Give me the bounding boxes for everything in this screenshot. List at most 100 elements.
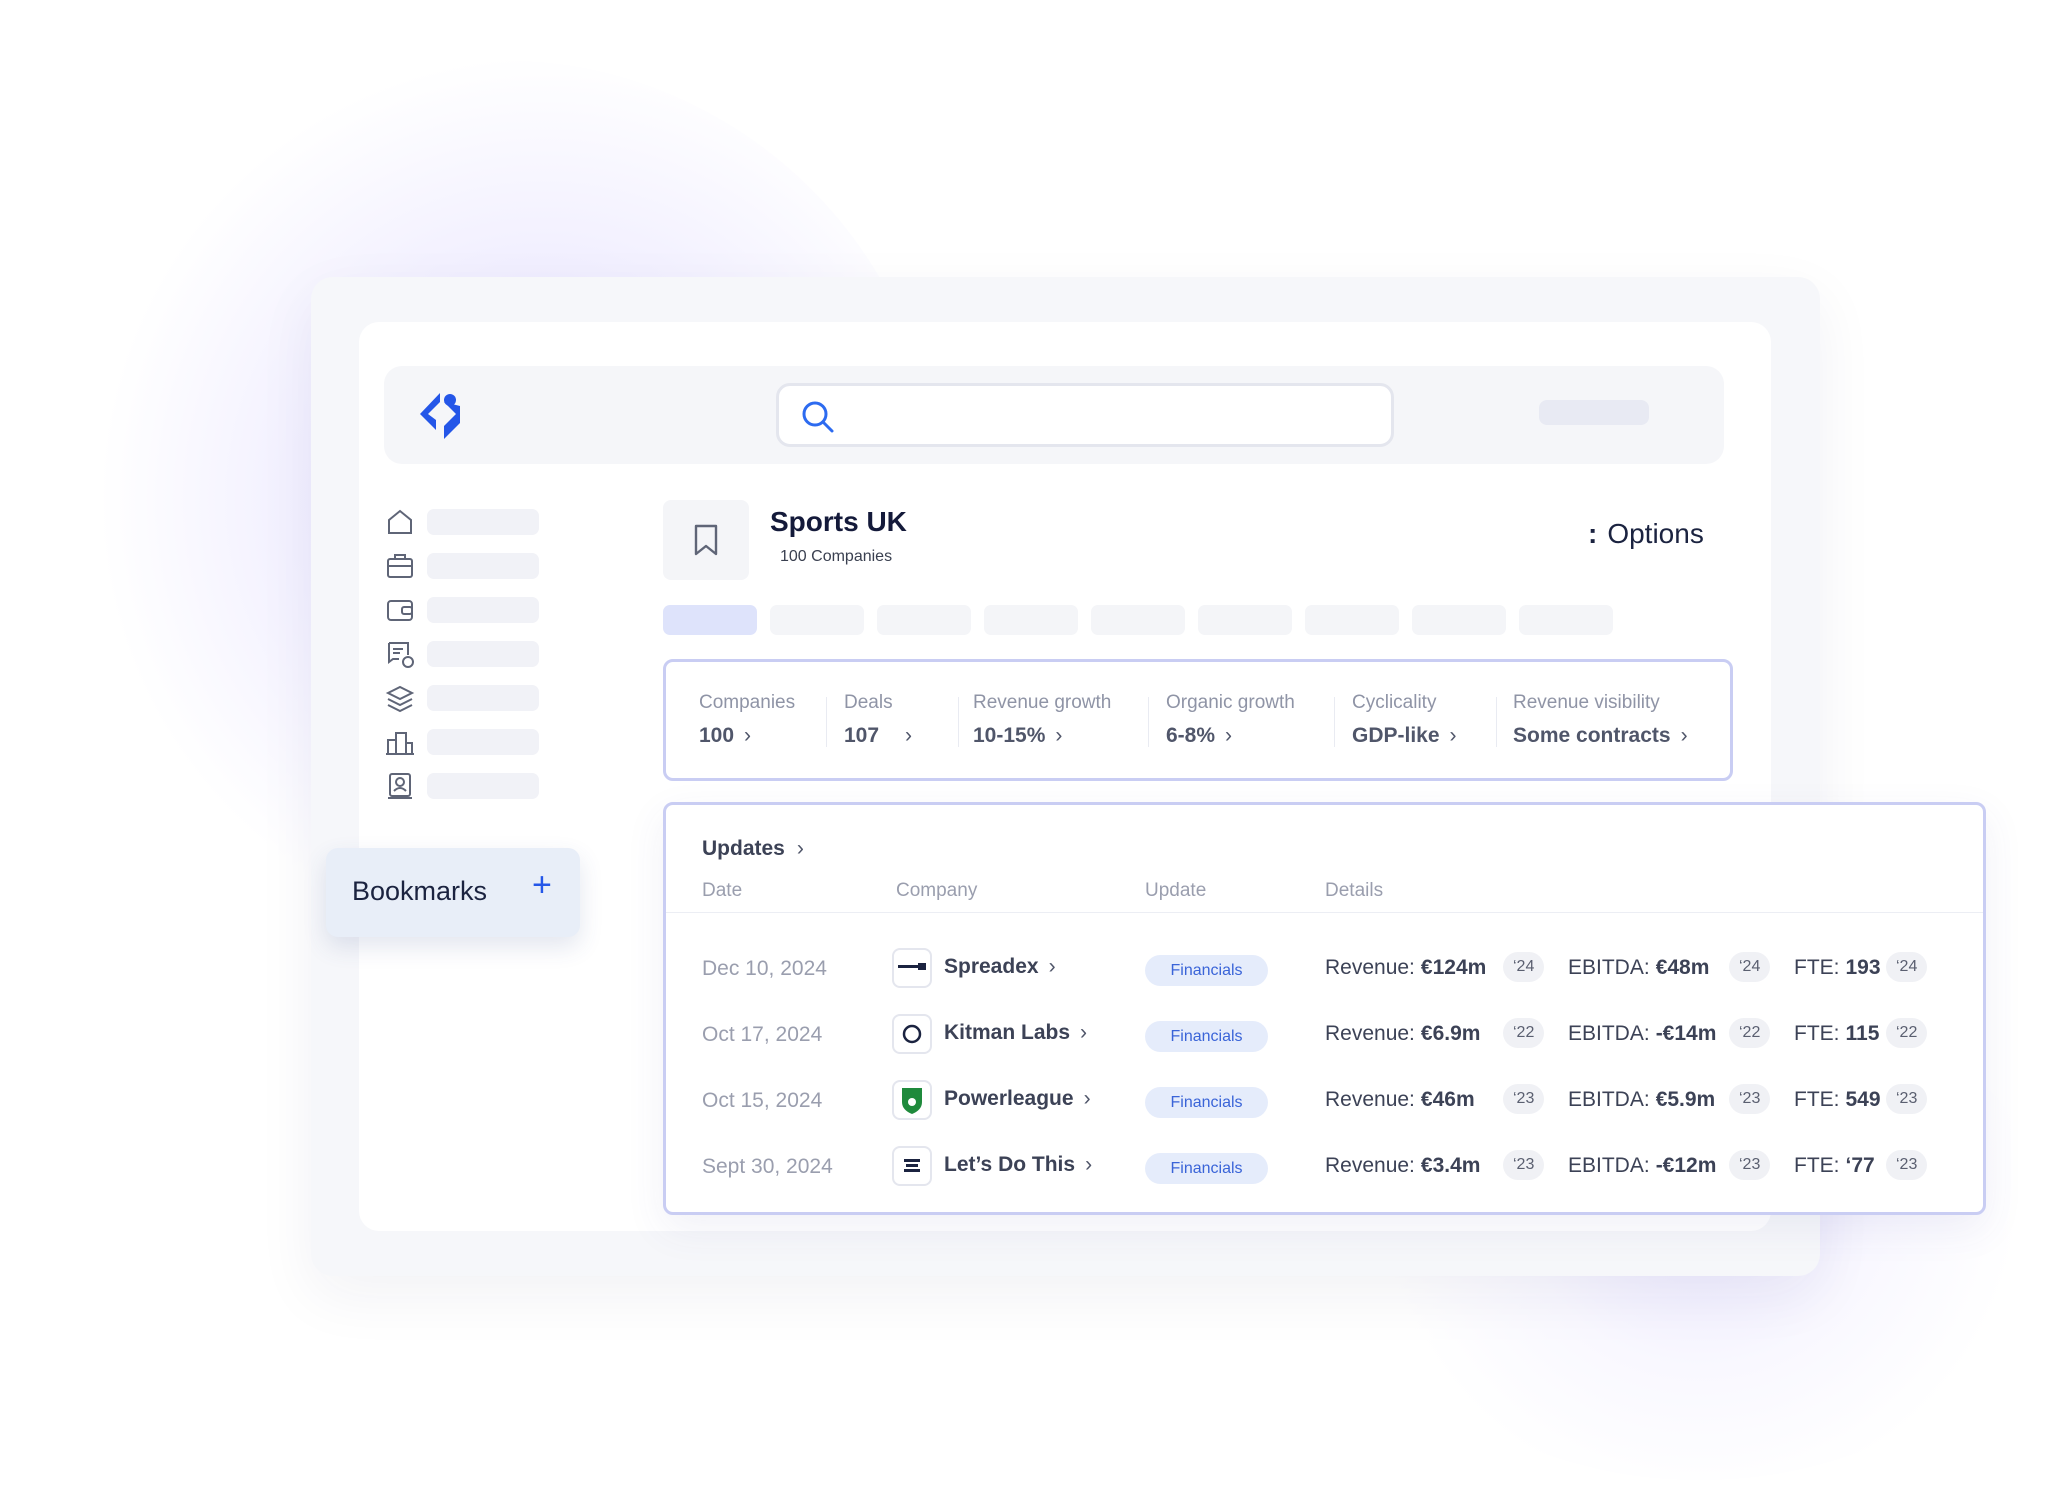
kpi-deals[interactable]: Deals 107 › [844, 692, 912, 748]
tab-8[interactable] [1412, 605, 1506, 635]
table-row[interactable]: Sept 30, 2024 Let’s Do This › Financials … [666, 1144, 1983, 1194]
metric-value: €124m [1420, 956, 1487, 979]
sidebar-item-4[interactable] [427, 641, 539, 667]
sidebar-item-5[interactable] [427, 685, 539, 711]
company-link[interactable]: Kitman Labs › [944, 1021, 1087, 1045]
tab-6[interactable] [1198, 605, 1292, 635]
metric-value: €6.9m [1420, 1022, 1481, 1045]
account-placeholder[interactable] [1539, 400, 1649, 425]
kpi-organic-growth[interactable]: Organic growth 6-8% › [1166, 692, 1295, 748]
year-badge: ‘24 [1729, 952, 1771, 982]
ebitda-metric: EBITDA: -€14m [1568, 1022, 1716, 1046]
metric-label: Revenue: [1325, 1022, 1415, 1045]
briefcase-icon[interactable] [384, 550, 416, 582]
fte-metric: FTE: ‘77 [1794, 1154, 1875, 1178]
update-badge[interactable]: Financials [1145, 1021, 1268, 1052]
sidebar-item-3[interactable] [427, 597, 539, 623]
metric-label: EBITDA: [1568, 956, 1650, 979]
page-title: Sports UK [770, 506, 907, 537]
metric-label: FTE: [1794, 956, 1840, 979]
chevron-right-icon: › [1055, 724, 1063, 747]
tab-4[interactable] [984, 605, 1078, 635]
year-badge: ‘22 [1729, 1018, 1771, 1048]
row-date: Oct 17, 2024 [702, 1023, 823, 1046]
sidebar-item-1[interactable] [427, 509, 539, 535]
row-date: Dec 10, 2024 [702, 957, 827, 980]
chevron-right-icon: › [1225, 724, 1233, 747]
bookmark-button[interactable] [663, 500, 749, 580]
update-badge[interactable]: Financials [1145, 955, 1268, 986]
search-input[interactable] [776, 383, 1394, 447]
kpi-revenue-visibility[interactable]: Revenue visibility Some contracts › [1513, 692, 1688, 748]
kpi-label: Revenue visibility [1513, 692, 1660, 713]
sidebar-item-2[interactable] [427, 553, 539, 579]
metric-label: FTE: [1794, 1022, 1840, 1045]
year-badge: ‘23 [1729, 1084, 1771, 1114]
tab-3[interactable] [877, 605, 971, 635]
kpi-value: 6-8% [1166, 724, 1216, 747]
bookmarks-panel[interactable]: Bookmarks + [326, 848, 580, 937]
kpi-cyclicality[interactable]: Cyclicality GDP-like › [1352, 692, 1457, 748]
options-label: Options [1607, 518, 1704, 549]
search-icon [802, 401, 834, 433]
bookmark-icon [694, 524, 718, 556]
kpi-revenue-growth[interactable]: Revenue growth 10-15% › [973, 692, 1111, 748]
kpi-label: Revenue growth [973, 692, 1112, 713]
table-row[interactable]: Dec 10, 2024 Spreadex › Financials Revenu… [666, 946, 1983, 996]
buildings-icon[interactable] [384, 726, 416, 758]
metric-value: -€12m [1655, 1154, 1717, 1177]
divider [1496, 697, 1497, 747]
tab-7[interactable] [1305, 605, 1399, 635]
home-icon[interactable] [384, 506, 416, 538]
column-header-date[interactable]: Date [702, 880, 742, 902]
chevron-right-icon: › [1449, 724, 1457, 747]
metric-label: EBITDA: [1568, 1088, 1650, 1111]
company-link[interactable]: Spreadex › [944, 955, 1056, 979]
tab-5[interactable] [1091, 605, 1185, 635]
metric-value: 549 [1845, 1088, 1881, 1111]
app-logo[interactable] [414, 390, 466, 442]
chevron-right-icon: › [744, 724, 752, 747]
company-link[interactable]: Powerleague › [944, 1087, 1091, 1111]
kpi-value: Some contracts [1513, 724, 1671, 747]
kpi-label: Companies [699, 692, 796, 713]
revenue-metric: Revenue: €6.9m [1325, 1022, 1480, 1046]
chevron-right-icon: › [1085, 1153, 1093, 1176]
add-bookmark-button[interactable]: + [532, 868, 552, 902]
chevron-right-icon: › [1048, 955, 1056, 978]
ebitda-metric: EBITDA: -€12m [1568, 1154, 1716, 1178]
metric-label: Revenue: [1325, 1088, 1415, 1111]
company-link[interactable]: Let’s Do This › [944, 1153, 1092, 1177]
company-logo [892, 1146, 932, 1186]
company-logo [892, 1080, 932, 1120]
wallet-icon[interactable] [384, 594, 416, 626]
invoice-euro-icon[interactable] [384, 638, 416, 670]
table-row[interactable]: Oct 15, 2024 Powerleague › Financials Rev… [666, 1078, 1983, 1128]
table-row[interactable]: Oct 17, 2024 Kitman Labs › Financials Rev… [666, 1012, 1983, 1062]
layers-icon[interactable] [384, 682, 416, 714]
metric-label: EBITDA: [1568, 1154, 1650, 1177]
column-header-details[interactable]: Details [1325, 880, 1383, 902]
tab-2[interactable] [770, 605, 864, 635]
metric-label: FTE: [1794, 1088, 1840, 1111]
sidebar-item-7[interactable] [427, 773, 539, 799]
column-header-update[interactable]: Update [1145, 880, 1206, 902]
tab-9[interactable] [1519, 605, 1613, 635]
kpi-value: 10-15% [973, 724, 1046, 747]
options-button[interactable]: : Options [1588, 518, 1704, 550]
sidebar-item-6[interactable] [427, 729, 539, 755]
summary-card: Companies 100 › Deals 107 › Revenue growth… [663, 659, 1733, 781]
chevron-right-icon: › [1080, 1021, 1088, 1044]
updates-link[interactable]: Updates › [702, 837, 804, 861]
row-date: Sept 30, 2024 [702, 1155, 833, 1178]
profile-icon[interactable] [384, 770, 416, 802]
fte-metric: FTE: 193 [1794, 956, 1881, 980]
update-badge[interactable]: Financials [1145, 1087, 1268, 1118]
fte-metric: FTE: 549 [1794, 1088, 1881, 1112]
tab-1[interactable] [663, 605, 757, 635]
metric-value: ‘77 [1845, 1154, 1875, 1177]
column-header-company[interactable]: Company [896, 880, 977, 902]
kpi-companies[interactable]: Companies 100 › [699, 692, 795, 748]
revenue-metric: Revenue: €3.4m [1325, 1154, 1480, 1178]
update-badge[interactable]: Financials [1145, 1153, 1268, 1184]
